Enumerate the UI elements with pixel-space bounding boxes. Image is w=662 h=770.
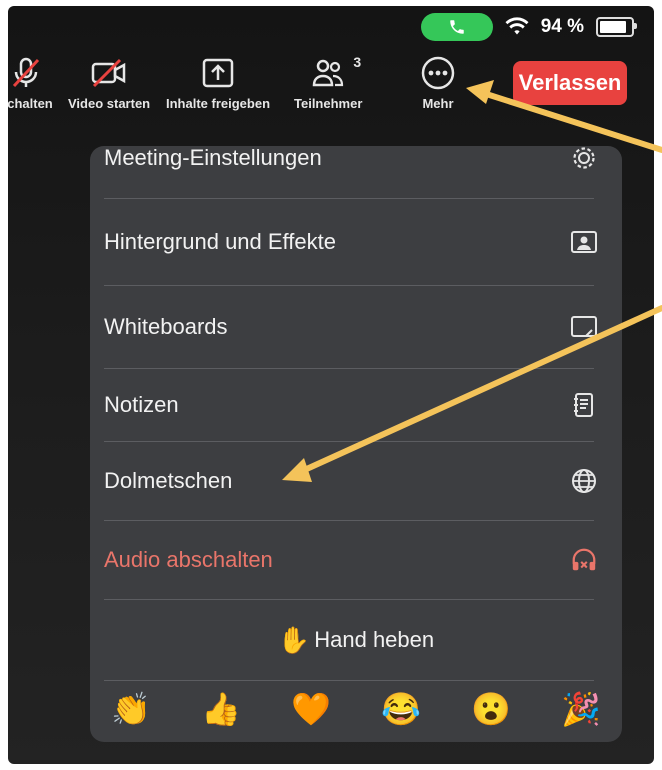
menu-divider [104,680,594,681]
status-bar: 94 % [420,12,637,42]
menu-item-label: Notizen [104,392,179,417]
headphones-off-icon [570,546,598,574]
menu-item-background-effects[interactable]: Hintergrund und Effekte [90,199,622,285]
microphone-off-icon [13,57,40,88]
reaction-laugh[interactable]: 😂 [378,690,424,728]
mute-label: schalten [8,96,53,111]
raised-hand-icon: ✋ [277,624,311,655]
reaction-heart[interactable]: 🧡 [288,690,334,728]
phone-icon [449,20,464,34]
raise-hand-button[interactable]: ✋ Hand heben [90,600,622,680]
reaction-clap[interactable]: 👏 [108,690,154,728]
raise-hand-label: Hand heben [314,627,435,652]
menu-item-label: Meeting-Einstellungen [104,146,322,170]
share-content-label: Inhalte freigeben [166,96,271,111]
menu-item-label: Dolmetschen [104,468,233,493]
wifi-icon [505,17,529,35]
battery-percentage: 94 % [540,16,584,37]
more-button[interactable]: Mehr [420,56,456,111]
menu-item-meeting-settings[interactable]: Meeting-Einstellungen [90,146,622,180]
menu-item-label: Hintergrund und Effekte [104,229,336,254]
more-dots-icon [421,56,455,90]
active-call-pill[interactable] [420,13,493,41]
share-screen-icon [202,58,234,88]
menu-item-interpretation[interactable]: Dolmetschen [90,442,622,520]
menu-item-mute-audio[interactable]: Audio abschalten [90,521,622,599]
participants-icon [312,59,344,87]
video-off-icon [91,58,126,88]
participants-label: Teilnehmer [294,96,363,111]
share-content-button[interactable]: Inhalte freigeben [166,56,270,111]
meeting-screen: 94 % schalten Video starten [8,6,654,764]
gear-icon [570,146,598,172]
battery-icon [596,17,637,37]
start-video-button[interactable]: Video starten [68,56,150,111]
more-menu: Meeting-Einstellungen Hintergrund und Ef… [90,146,622,742]
menu-item-label: Audio abschalten [104,547,273,572]
participants-count-badge: 3 [353,54,362,70]
mute-button[interactable]: schalten [8,56,53,111]
participants-button[interactable]: 3 Teilnehmer [294,54,363,111]
battery-level [600,21,627,33]
menu-item-label: Whiteboards [104,314,228,339]
start-video-label: Video starten [68,96,151,111]
more-label: Mehr [422,96,454,111]
reactions-bar: 👏 👍 🧡 😂 😮 🎉 [108,690,604,728]
menu-item-whiteboards[interactable]: Whiteboards [90,286,622,368]
reaction-thumbs-up[interactable]: 👍 [198,690,244,728]
whiteboard-icon [570,313,598,341]
menu-item-notes[interactable]: Notizen [90,369,622,441]
reaction-party[interactable]: 🎉 [558,690,604,728]
portrait-icon [570,228,598,256]
globe-icon [570,467,598,495]
leave-meeting-button[interactable]: Verlassen [513,61,627,105]
reaction-surprised[interactable]: 😮 [468,690,514,728]
notes-icon [570,391,598,419]
